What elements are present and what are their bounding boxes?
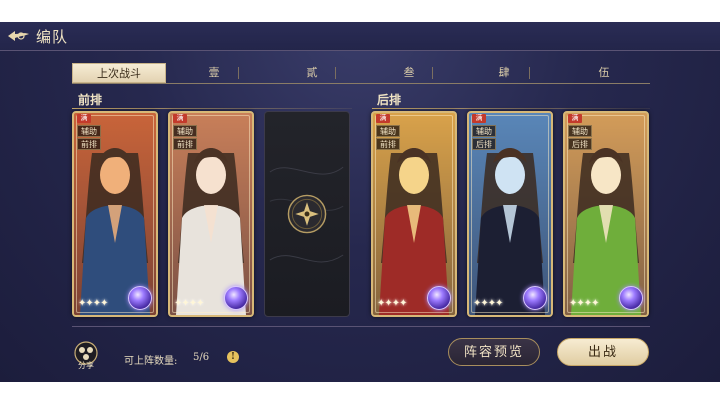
back-row-label: 后排: [377, 93, 402, 107]
element-orb-icon: [523, 286, 547, 310]
front-row-divider: [72, 108, 352, 109]
deploy-count-label: 可上阵数量:: [124, 356, 178, 367]
back-arrow-icon[interactable]: [7, 28, 31, 44]
max-level-badge: 满: [376, 114, 390, 123]
star-rating: ✦✦✦✦: [377, 298, 407, 309]
lineup-preview-button[interactable]: 阵容预览: [448, 338, 540, 366]
tab-team-3[interactable]: 叁: [385, 63, 433, 83]
star-rating: ✦✦✦✦: [174, 298, 204, 309]
star-rating: ✦✦✦✦: [473, 298, 503, 309]
tab-team-4[interactable]: 肆: [480, 63, 528, 83]
tab-team-1[interactable]: 壹: [190, 63, 238, 83]
position-tag: 前排: [173, 138, 197, 150]
max-level-badge: 满: [472, 114, 486, 123]
deploy-count-value: 5/6: [193, 352, 210, 363]
page-title: 编队: [36, 28, 69, 46]
element-orb-icon: [427, 286, 451, 310]
tab-divider: [238, 67, 239, 79]
header-bar: 编队: [0, 22, 720, 51]
position-tag: 前排: [77, 138, 101, 150]
max-level-badge: 满: [77, 114, 91, 123]
empty-slot-emblem-icon: [269, 166, 344, 263]
position-tag: 后排: [472, 138, 496, 150]
role-tag: 辅助: [472, 125, 496, 137]
info-icon[interactable]: !: [227, 351, 239, 363]
front-row-label: 前排: [78, 93, 103, 107]
team-tabs: 上次战斗 壹 貳 叁 肆 伍: [72, 63, 650, 84]
element-orb-icon: [128, 286, 152, 310]
tab-last-battle[interactable]: 上次战斗: [72, 63, 166, 83]
role-tag: 辅助: [173, 125, 197, 137]
role-tag: 辅助: [568, 125, 592, 137]
character-card[interactable]: 满辅助 前排 ✦✦✦✦: [72, 111, 158, 317]
tab-team-5[interactable]: 伍: [580, 63, 628, 83]
character-card[interactable]: 满辅助 后排 ✦✦✦✦: [467, 111, 553, 317]
max-level-badge: 满: [568, 114, 582, 123]
position-tag: 后排: [568, 138, 592, 150]
role-tag: 辅助: [376, 125, 400, 137]
tab-divider: [529, 67, 530, 79]
role-tag: 辅助: [77, 125, 101, 137]
battle-button[interactable]: 出战: [557, 338, 649, 366]
star-rating: ✦✦✦✦: [78, 298, 108, 309]
character-card[interactable]: 满辅助 前排 ✦✦✦✦: [168, 111, 254, 317]
tab-team-2[interactable]: 貳: [288, 63, 336, 83]
position-tag: 前排: [376, 138, 400, 150]
back-row-divider: [372, 108, 650, 109]
formation-screen: 编队 上次战斗 壹 貳 叁 肆 伍 前排 后排 满辅助 前排 ✦✦✦✦ 满辅助 前排 ✦…: [0, 22, 720, 382]
star-rating: ✦✦✦✦: [569, 298, 599, 309]
character-card[interactable]: 满辅助 前排 ✦✦✦✦: [371, 111, 457, 317]
character-card[interactable]: 满辅助 后排 ✦✦✦✦: [563, 111, 649, 317]
max-level-badge: 满: [173, 114, 187, 123]
element-orb-icon: [224, 286, 248, 310]
footer-divider: [72, 326, 650, 327]
empty-slot[interactable]: [264, 111, 350, 317]
share-label: 分享: [78, 361, 94, 370]
element-orb-icon: [619, 286, 643, 310]
